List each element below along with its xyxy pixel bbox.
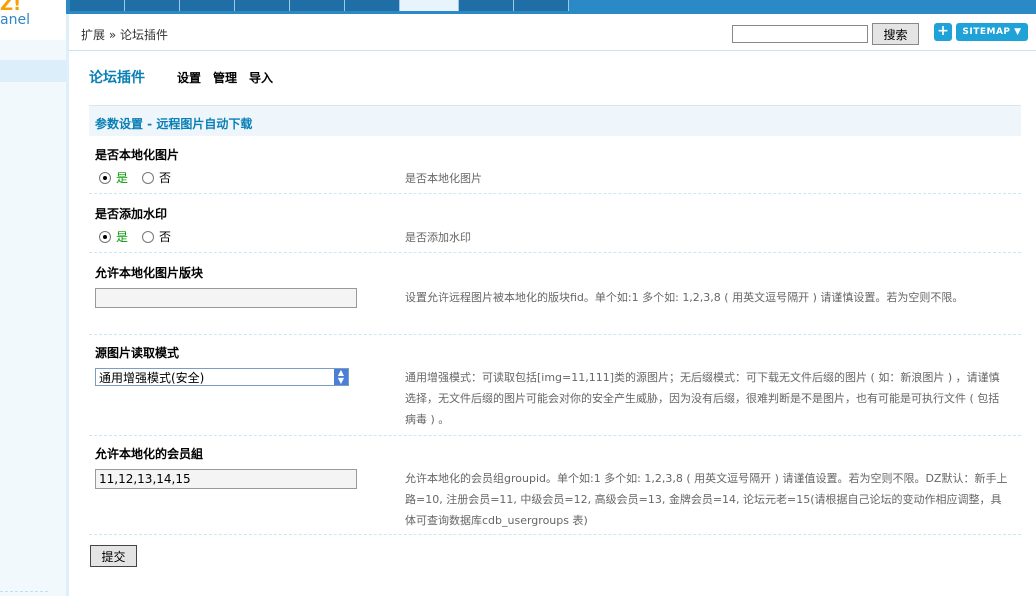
watermark-yes-label: 是 (116, 230, 129, 244)
watermark-no-radio[interactable] (142, 230, 155, 243)
top-navigation-bar (0, 0, 1036, 14)
forums-description: 设置允许远程图片被本地化的版块fid。单个如:1 多个如: 1,2,3,8 ( … (405, 291, 964, 304)
read-mode-select[interactable]: 通用增强模式(安全) ▲ ▼ (95, 368, 349, 386)
localize-description: 是否本地化图片 (405, 172, 482, 185)
sidebar-selected-item[interactable] (0, 60, 66, 82)
read-mode-label: 源图片读取模式 (95, 346, 180, 360)
top-tab[interactable] (180, 0, 235, 11)
breadcrumb: 扩展 » 论坛插件 (81, 28, 168, 42)
row-divider (89, 334, 1021, 335)
add-shortcut-button[interactable]: + (934, 23, 952, 41)
top-tab[interactable] (514, 0, 569, 11)
localize-yes-label: 是 (116, 171, 129, 185)
forums-label: 允许本地化图片版块 (95, 266, 204, 280)
select-arrows-icon: ▲ ▼ (334, 369, 348, 385)
search-button[interactable]: 搜索 (872, 23, 919, 45)
read-mode-selected-value: 通用增强模式(安全) (99, 371, 205, 385)
section-title: 参数设置 - 远程图片自动下载 (95, 117, 253, 131)
subnav: 设置 管理 导入 (177, 69, 273, 86)
watermark-yes-radio[interactable] (99, 230, 111, 243)
top-tab[interactable] (345, 0, 400, 11)
row-divider (89, 193, 1021, 194)
subnav-manage[interactable]: 管理 (213, 69, 237, 86)
groups-description: 允许本地化的会员组groupid。单个如:1 多个如: 1,2,3,8 ( 用英… (405, 472, 1008, 527)
groups-label: 允许本地化的会员組 (95, 447, 204, 461)
forums-input[interactable] (95, 288, 357, 308)
localize-radio-group: 是 否 (99, 169, 171, 186)
localize-label: 是否本地化图片 (95, 148, 180, 162)
top-tab[interactable] (125, 0, 180, 11)
localize-no-radio[interactable] (142, 171, 155, 184)
watermark-no-label: 否 (159, 230, 172, 244)
logo-panel-text: anel (0, 12, 30, 28)
top-tab[interactable] (70, 0, 125, 11)
watermark-description: 是否添加水印 (405, 231, 471, 244)
read-mode-description: 通用增强模式：可读取包括[img=11,111]类的源图片；无后缀模式：可下载无… (405, 371, 1000, 426)
localize-yes-radio[interactable] (99, 171, 111, 184)
top-tab[interactable] (290, 0, 345, 11)
groups-input[interactable] (95, 469, 357, 489)
subnav-settings[interactable]: 设置 (177, 69, 201, 86)
row-divider (89, 534, 1021, 535)
row-divider (89, 252, 1021, 253)
top-tab-active[interactable] (400, 0, 459, 11)
submit-button[interactable]: 提交 (90, 545, 137, 567)
section-header: 参数设置 - 远程图片自动下载 (89, 105, 1021, 136)
logo: Z! anel (0, 0, 66, 40)
header-bar: 扩展 » 论坛插件 搜索 + SITEMAP ▼ (69, 14, 1036, 51)
watermark-label: 是否添加水印 (95, 207, 168, 221)
sidebar (0, 40, 67, 596)
search-input[interactable] (732, 25, 868, 43)
top-tab[interactable] (235, 0, 290, 11)
row-divider (89, 435, 1021, 436)
sidebar-border (66, 14, 69, 596)
top-tabs (70, 0, 569, 11)
watermark-radio-group: 是 否 (99, 228, 171, 245)
localize-no-label: 否 (159, 171, 172, 185)
subnav-import[interactable]: 导入 (249, 69, 273, 86)
page-title: 论坛插件 (89, 70, 145, 86)
sitemap-button[interactable]: SITEMAP ▼ (956, 23, 1028, 41)
top-tab[interactable] (459, 0, 514, 11)
sidebar-divider (0, 591, 48, 592)
